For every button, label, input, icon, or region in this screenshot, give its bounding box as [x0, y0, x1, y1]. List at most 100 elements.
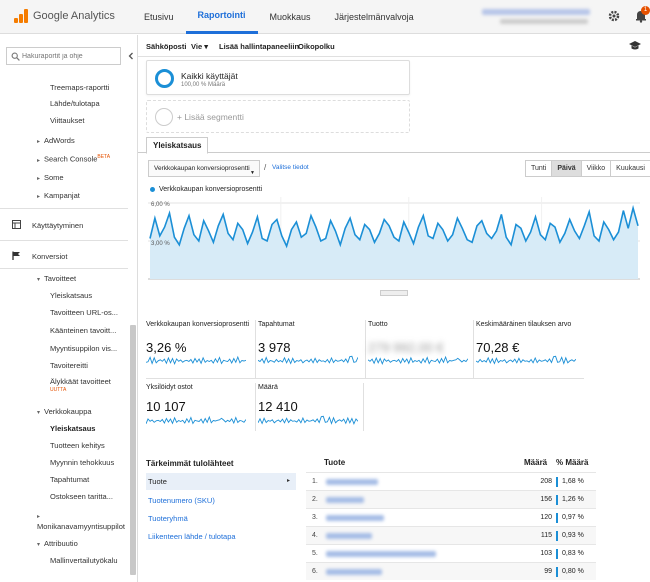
kpi-conversion-rate[interactable]: Verkkokaupan konversioprosentti 3,26 %	[146, 320, 256, 379]
add-to-dashboard-button[interactable]: Lisää hallintapaneeliin	[219, 42, 299, 51]
sidebar-item-social[interactable]: ▸ Some	[37, 173, 64, 182]
row-quantity: 156	[540, 496, 552, 503]
table-row[interactable]: 5. 103 0,83 %	[306, 544, 596, 562]
row-number: 4.	[312, 532, 318, 539]
sidebar-item-goal-flow[interactable]: Tavoitereitti	[50, 361, 88, 370]
search-input[interactable]	[22, 50, 118, 62]
chart-resize-handle[interactable]	[380, 290, 408, 296]
sidebar-item-transactions[interactable]: Tapahtumat	[50, 475, 89, 484]
caret-down-icon: ▾	[204, 42, 208, 51]
sidebar-item-behavior[interactable]: Käyttäytyminen	[32, 221, 83, 230]
time-button-week[interactable]: Viikko	[580, 160, 612, 177]
nav-tab-reporting[interactable]: Raportointi	[185, 0, 258, 34]
row-pct: 0,80 %	[562, 568, 584, 575]
segment-all-users[interactable]: Kaikki käyttäjät 100,00 % Määrä	[146, 60, 410, 95]
caret-down-icon: ▼	[250, 170, 255, 176]
source-option-traffic-source[interactable]: Liikenteen lähde / tulotapa	[146, 528, 296, 545]
sidebar-item-model-comparison[interactable]: Mallinvertailutyökalu	[50, 556, 118, 565]
kpi-avg-order-value[interactable]: Keskimääräinen tilauksen arvo 70,28 €	[474, 320, 584, 379]
sidebar-item-goal-urls[interactable]: Tavoitteen URL-os...	[50, 308, 118, 317]
sidebar-item-adwords[interactable]: ▸ AdWords	[37, 136, 75, 145]
caret-right-icon: ▸	[37, 157, 41, 164]
sidebar-search[interactable]	[6, 47, 121, 65]
sidebar-item-ecommerce[interactable]: ▾ Verkkokauppa	[37, 407, 92, 416]
nav-tab-home[interactable]: Etusivu	[132, 0, 186, 34]
line-chart[interactable]	[148, 197, 640, 293]
time-button-day[interactable]: Päivä	[551, 160, 582, 177]
chevron-left-icon[interactable]	[126, 51, 136, 61]
nav-tab-customization[interactable]: Muokkaus	[258, 0, 323, 34]
column-header-quantity-pct[interactable]: % Määrä	[556, 458, 588, 467]
table-row[interactable]: 4. 115 0,93 %	[306, 526, 596, 544]
product-name-redacted[interactable]	[326, 569, 382, 575]
sidebar-item-referrals[interactable]: Viittaukset	[50, 116, 84, 125]
nav-tab-admin[interactable]: Järjestelmänvalvoja	[323, 0, 426, 34]
kpi-sparkline	[258, 415, 358, 425]
product-name-redacted[interactable]	[326, 533, 372, 539]
select-metric-link[interactable]: Valitse tiedot	[272, 164, 309, 171]
table-row[interactable]: 1. 208 1,68 %	[306, 472, 596, 490]
sidebar-item-multi-channel-funnels[interactable]: ▸ Monikanavamyyntisuppilot	[37, 511, 127, 531]
sidebar-divider	[0, 208, 128, 209]
column-header-quantity[interactable]: Määrä	[524, 458, 547, 467]
sidebar-scrollbar[interactable]	[130, 325, 136, 575]
metric-select[interactable]: Verkkokaupan konversioprosentti ▼	[148, 160, 260, 177]
graduation-cap-icon[interactable]	[628, 40, 642, 52]
product-name-redacted[interactable]	[326, 551, 436, 557]
row-pct: 0,97 %	[562, 514, 584, 521]
column-header-product[interactable]: Tuote	[324, 458, 345, 467]
table-row[interactable]: 6. 99 0,80 %	[306, 562, 596, 580]
kpi-quantity[interactable]: Määrä 12 410	[256, 383, 364, 431]
sidebar-item-campaigns[interactable]: ▸ Kampanjat	[37, 191, 80, 200]
source-option-label: Tuote	[148, 477, 167, 486]
sidebar-item-product-performance[interactable]: Tuotteen kehitys	[50, 441, 105, 450]
tab-row: Yleiskatsaus	[138, 137, 650, 154]
shortcut-button[interactable]: Oikopolku	[298, 42, 335, 51]
sidebar-item-attribution[interactable]: ▾ Attribuutio	[37, 539, 78, 548]
segment-title: Kaikki käyttäjät	[181, 71, 238, 81]
source-option-category[interactable]: Tuoteryhmä	[146, 510, 296, 527]
sidebar-item-treemaps[interactable]: Treemaps-raportti	[50, 83, 109, 92]
kpi-sparkline	[368, 355, 468, 365]
product-name-redacted[interactable]	[326, 479, 378, 485]
sidebar-item-time-to-purchase[interactable]: Ostokseen taritta...	[50, 492, 113, 501]
export-button[interactable]: Vie ▾	[191, 42, 208, 51]
account-name-redacted[interactable]	[482, 9, 590, 15]
gear-icon[interactable]	[607, 9, 621, 23]
kpi-unique-purchases[interactable]: Yksilöidyt ostot 10 107	[146, 383, 256, 431]
kpi-transactions[interactable]: Tapahtumat 3 978	[256, 320, 366, 379]
sidebar-item-goals-overview[interactable]: Yleiskatsaus	[50, 291, 92, 300]
row-pct-bar	[556, 495, 558, 505]
analytics-logo-icon	[14, 9, 28, 23]
add-segment-button[interactable]: + Lisää segmentti	[146, 100, 410, 133]
sidebar-item-ecommerce-overview[interactable]: Yleiskatsaus	[50, 424, 95, 433]
table-row[interactable]: 3. 120 0,97 %	[306, 508, 596, 526]
email-button[interactable]: Sähköposti	[146, 42, 186, 51]
new-badge: UUTTA	[50, 387, 67, 393]
sidebar-item-search-console[interactable]: ▸ Search ConsoleBETA	[37, 154, 110, 164]
sidebar-item-goals[interactable]: ▾ Tavoitteet	[37, 274, 76, 283]
source-option-sku[interactable]: Tuotenumero (SKU)	[146, 492, 296, 509]
kpi-revenue[interactable]: Tuotto 279 992,00 €	[366, 320, 474, 379]
product-name-redacted[interactable]	[326, 515, 384, 521]
sidebar-item-source-medium[interactable]: Lähde/tulotapa	[50, 99, 100, 108]
table-row[interactable]: 2. 156 1,26 %	[306, 490, 596, 508]
sidebar-item-conversions[interactable]: Konversiot	[32, 252, 67, 261]
source-option-product[interactable]: Tuote ▸	[146, 473, 296, 490]
product-name-redacted[interactable]	[326, 497, 364, 503]
sparkline-path	[146, 415, 246, 425]
kpi-sparkline	[258, 355, 358, 365]
notification-badge: 1	[641, 6, 650, 15]
sidebar-item-reverse-goal-path[interactable]: Käänteinen tavoitt...	[50, 326, 116, 335]
tab-overview[interactable]: Yleiskatsaus	[146, 137, 209, 154]
time-button-hour[interactable]: Tunti	[525, 160, 553, 177]
app-logo[interactable]: Google Analytics	[14, 9, 115, 23]
time-button-month[interactable]: Kuukausi	[610, 160, 650, 177]
row-pct: 1,26 %	[562, 496, 584, 503]
sidebar-item-funnel-visualization[interactable]: Myyntisuppilon vis...	[50, 344, 117, 353]
row-quantity: 115	[540, 532, 552, 539]
metric-select-value: Verkkokaupan konversioprosentti	[154, 165, 250, 172]
account-property-redacted[interactable]	[500, 19, 588, 24]
sidebar-item-smart-goals[interactable]: Älykkäät tavoitteet UUTTA	[50, 377, 118, 397]
sidebar-item-sales-performance[interactable]: Myynnin tehokkuus	[50, 458, 114, 467]
